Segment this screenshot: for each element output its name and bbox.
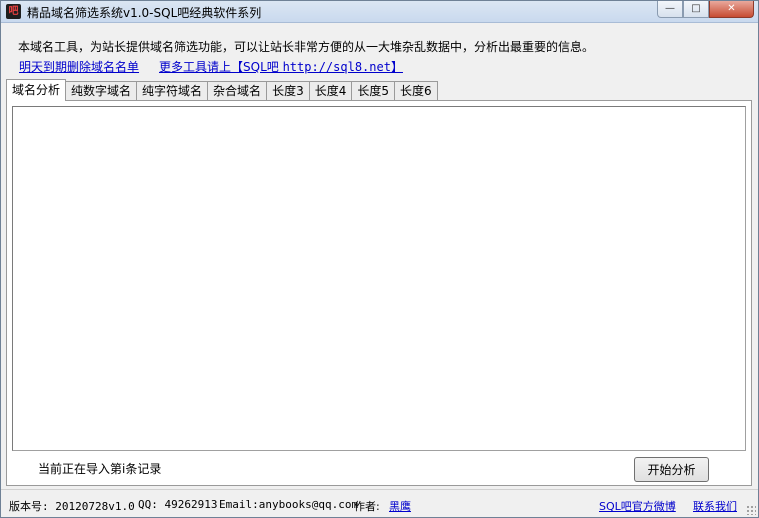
title-bar[interactable]: 吧 精品域名筛选系统v1.0-SQL吧经典软件系列 — □ ✕: [1, 1, 758, 23]
tool-description: 本域名工具，为站长提供域名筛选功能，可以让站长非常方便的从一大堆杂乱数据中，分析…: [18, 40, 595, 54]
start-analysis-button[interactable]: 开始分析: [634, 457, 709, 482]
more-tools-link[interactable]: 更多工具请上【SQL吧 http://sql8.net】: [159, 58, 403, 75]
tab-numeric-domains[interactable]: 纯数字域名: [65, 81, 138, 101]
tab-length-6[interactable]: 长度6: [393, 81, 438, 101]
import-status-text: 当前正在导入第i条记录: [38, 462, 162, 476]
maximize-button[interactable]: □: [683, 1, 709, 18]
contact-us-link[interactable]: 联系我们: [693, 498, 737, 514]
author-link[interactable]: 黑鹰: [389, 498, 411, 514]
tab-alpha-domains[interactable]: 纯字符域名: [136, 81, 209, 101]
tab-mixed-domains[interactable]: 杂合域名: [207, 81, 268, 101]
tab-length-3[interactable]: 长度3: [266, 81, 310, 101]
close-button[interactable]: ✕: [709, 1, 754, 18]
window-title: 精品域名筛选系统v1.0-SQL吧经典软件系列: [27, 6, 262, 20]
domain-input-textarea[interactable]: [12, 106, 746, 451]
tab-length-5[interactable]: 长度5: [351, 81, 395, 101]
tab-length-4[interactable]: 长度4: [308, 81, 353, 101]
official-weibo-link[interactable]: SQL吧官方微博: [599, 498, 676, 514]
tab-domain-analysis[interactable]: 域名分析: [6, 79, 67, 101]
author-label: 作者:: [354, 500, 380, 513]
more-tools-link-url: http://sql8.net: [282, 60, 391, 74]
status-footer: 版本号: 20120728v1.0 QQ: 49262913 Email:any…: [1, 489, 758, 517]
app-logo-icon: 吧: [6, 4, 21, 19]
resize-grip-icon[interactable]: [746, 505, 756, 515]
expiring-domains-link[interactable]: 明天到期删除域名名单: [19, 58, 139, 75]
more-tools-link-prefix: 更多工具请上【SQL吧: [159, 60, 283, 74]
tab-panel: 当前正在导入第i条记录 开始分析: [6, 100, 752, 486]
minimize-button[interactable]: —: [657, 1, 683, 18]
email-text: Email:anybooks@qq.com: [219, 498, 359, 511]
tab-bar: 域名分析 纯数字域名 纯字符域名 杂合域名 长度3 长度4 长度5 长度6: [6, 79, 438, 101]
qq-text: QQ: 49262913: [138, 498, 218, 511]
version-text: 版本号: 20120728v1.0: [9, 500, 135, 513]
app-window: 吧 精品域名筛选系统v1.0-SQL吧经典软件系列 — □ ✕ 本域名工具，为站…: [0, 0, 759, 518]
more-tools-link-suffix: 】: [390, 60, 403, 74]
